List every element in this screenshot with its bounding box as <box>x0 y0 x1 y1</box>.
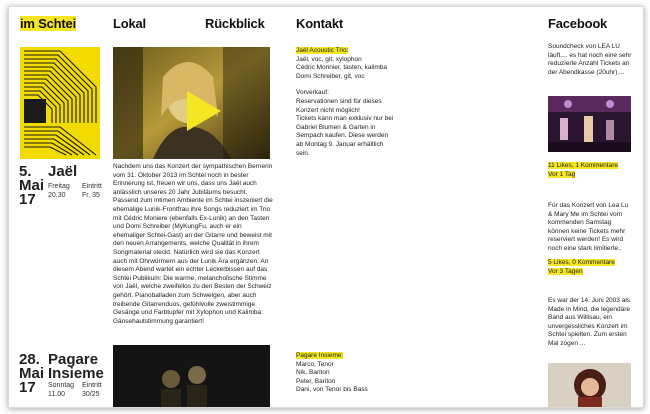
band-photo <box>548 363 631 407</box>
kontakt-lineup: Jaël, voc, git, xylophon Cédric Monnier,… <box>296 55 388 80</box>
nav-kontakt-link[interactable]: Kontakt <box>296 16 343 31</box>
event-day-label: Freitag <box>48 183 70 190</box>
event-price-value: 30/25 <box>82 391 100 398</box>
facebook-post-likes[interactable]: 11 Likes, 1 Kommentare Vor 1 Tag <box>548 162 633 179</box>
nav-lokal-link[interactable]: Lokal <box>113 16 146 31</box>
facebook-post-text: Für das Konzert von Lea Lu & Mary Me im … <box>548 202 629 252</box>
facebook-post-image[interactable] <box>548 96 631 152</box>
event-time: Sonntag 11.00 <box>48 381 74 399</box>
event-price-value: Fr. 35 <box>82 192 100 199</box>
facebook-time-text: Vor 1 Tag <box>548 170 576 178</box>
facebook-likes-text[interactable]: 5 Likes, 0 Kommentare <box>548 259 615 266</box>
event-kontakt-block: Jaël Acoustic Trio: Jaël, voc, git, xylo… <box>296 47 396 158</box>
facebook-time-text: Vor 3 Tagen <box>548 267 583 275</box>
event-description: Nachdem uns das Konzert der sympathische… <box>113 163 273 325</box>
poster-graphic <box>20 47 100 159</box>
event-time: Freitag 20.30 <box>48 182 70 200</box>
event-poster-logo[interactable] <box>20 47 100 159</box>
kontakt-title: Pagare Insieme: <box>296 352 344 359</box>
facebook-post-text: Es war der 14. Juni 2003 als Made in Min… <box>548 297 631 347</box>
event-kontakt-block: Pagare Insieme: Marco, Tenor Nik, Barito… <box>296 352 396 395</box>
browser-frame: im Schtei Lokal Rückblick Kontakt Facebo… <box>8 6 644 408</box>
facebook-likes-text[interactable]: 11 Likes, 1 Kommentare <box>548 162 618 169</box>
event-title[interactable]: Jaël <box>48 164 77 179</box>
event-date-text: 5. Mai 17 <box>19 163 45 208</box>
event-title[interactable]: Pagare Insieme <box>48 352 104 381</box>
event-price: Eintritt 30/25 <box>82 381 102 399</box>
kontakt-vorverkauf: Vorverkauf: Reservationen sind für diese… <box>296 89 394 157</box>
event-date: 28. Mai 17 <box>19 351 45 396</box>
event-day-label: Sonntag <box>48 382 75 389</box>
nav-rueckblick-link[interactable]: Rückblick <box>205 16 265 31</box>
nav-facebook-link[interactable]: Facebook <box>548 16 607 31</box>
concert-photo <box>548 96 631 152</box>
event-date: 5. Mai 17 <box>19 163 45 208</box>
facebook-post-text: Soundcheck von LEA LU läuft.... es hat n… <box>548 43 632 76</box>
event-price: Eintritt Fr. 35 <box>82 182 102 200</box>
event-photo[interactable] <box>113 345 270 407</box>
facebook-post-likes[interactable]: 5 Likes, 0 Kommentare Vor 3 Tagen <box>548 259 633 276</box>
band-photo <box>113 345 270 407</box>
event-video-thumbnail[interactable] <box>113 47 270 159</box>
event-time-value: 11.00 <box>48 391 65 398</box>
kontakt-title: Jaël Acoustic Trio: <box>296 47 349 54</box>
kontakt-lineup: Marco, Tenor Nik, Bariton Peter, Bariton… <box>296 360 368 394</box>
facebook-post-image[interactable] <box>548 363 631 407</box>
event-entry-label: Eintritt <box>82 183 102 190</box>
event-time-value: 20.30 <box>48 192 66 199</box>
nav-home-link[interactable]: im Schtei <box>20 16 76 31</box>
event-date-text: 28. Mai 17 <box>19 351 45 396</box>
play-icon[interactable] <box>183 89 223 133</box>
event-entry-label: Eintritt <box>82 382 102 389</box>
